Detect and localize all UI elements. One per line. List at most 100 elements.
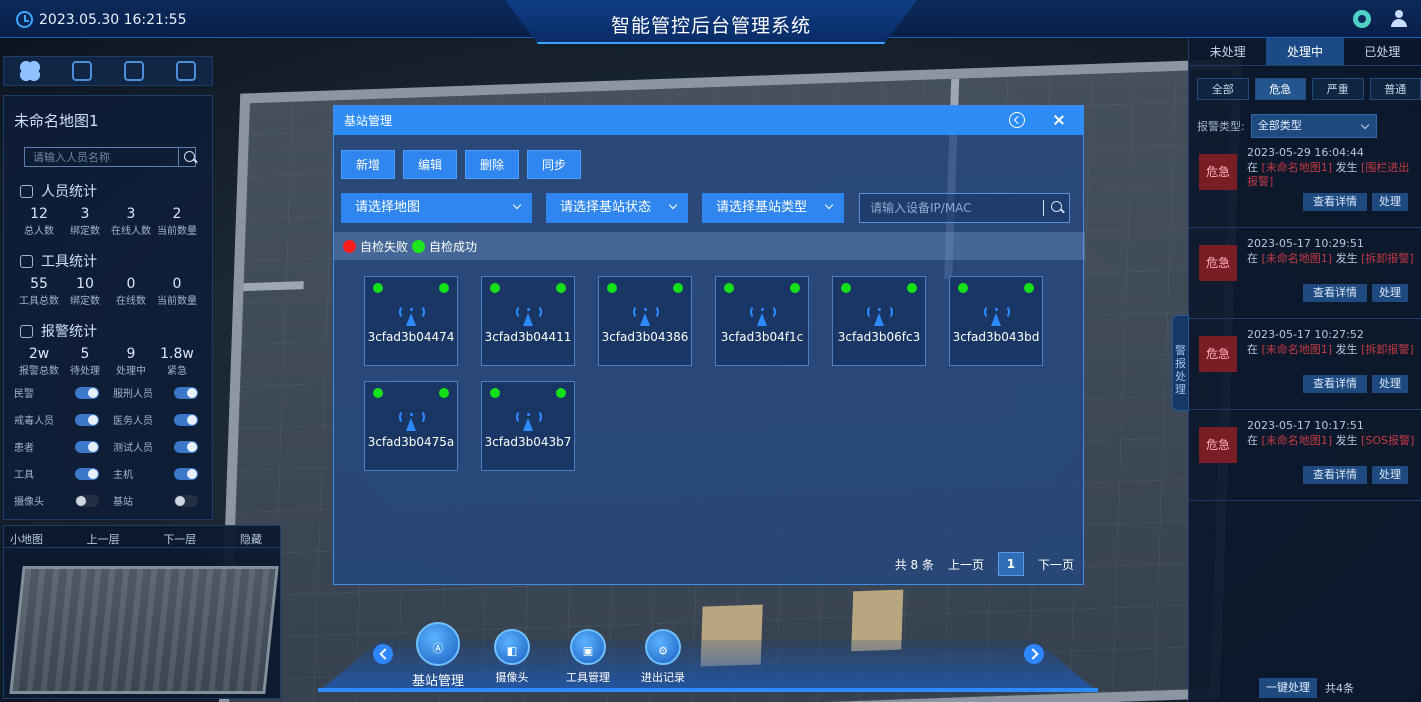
toggle-switch[interactable] xyxy=(75,386,99,399)
back-icon[interactable] xyxy=(1009,112,1025,128)
person-icon[interactable] xyxy=(72,61,92,81)
tab-processed[interactable]: 已处理 xyxy=(1344,38,1421,65)
stat-value: 2 xyxy=(172,206,182,222)
toggle-switch[interactable] xyxy=(75,413,99,426)
station-type-select[interactable]: 请选择基站类型 xyxy=(702,193,844,223)
alarm-item: 危急 2023-05-29 16:04:44 在 [未命名地图1] 发生 [围栏… xyxy=(1189,144,1421,228)
toggle-switch[interactable] xyxy=(174,467,198,480)
box-icon[interactable] xyxy=(124,61,144,81)
toggle-switch[interactable] xyxy=(174,440,198,453)
dock-item-camera[interactable]: ◧ 摄像头 xyxy=(477,629,547,685)
level-normal[interactable]: 普通 xyxy=(1369,78,1421,100)
wrench-icon[interactable] xyxy=(176,61,196,81)
select-value: 请选择基站状态 xyxy=(560,200,652,215)
handle-button[interactable]: 处理 xyxy=(1372,284,1408,302)
station-card[interactable]: 3cfad3b0475a xyxy=(364,381,458,471)
edit-button[interactable]: 编辑 xyxy=(403,150,458,179)
sync-button[interactable]: 同步 xyxy=(527,150,582,179)
msg-type: [拆卸报警] xyxy=(1361,343,1414,356)
close-icon[interactable] xyxy=(1051,112,1067,128)
stat-value: 9 xyxy=(126,346,136,362)
alarm-handle-side-tab[interactable]: 警报处理 xyxy=(1172,315,1189,411)
handle-button[interactable]: 处理 xyxy=(1372,193,1408,211)
station-card[interactable]: 3cfad3b06fc3 xyxy=(832,276,926,366)
toolbox-icon xyxy=(20,254,33,268)
legend-fail-label: 自检失败 xyxy=(360,239,409,254)
bell-icon xyxy=(20,324,33,338)
stat-title-label: 工具统计 xyxy=(41,254,97,270)
dock-item-station[interactable]: Ⓐ 基站管理 xyxy=(403,622,473,689)
station-management-modal: 基站管理 新增 编辑 删除 同步 请选择地图 请选择基站状态 请选择基站类型 自… xyxy=(333,105,1085,585)
tab-processing[interactable]: 处理中 xyxy=(1266,38,1344,65)
toggle-switch[interactable] xyxy=(75,494,99,507)
minimap-hide-button[interactable]: 隐藏 xyxy=(240,531,262,547)
level-all[interactable]: 全部 xyxy=(1197,78,1249,100)
stat-cell: 1.8w 紧急 xyxy=(154,347,200,377)
level-critical[interactable]: 危急 xyxy=(1254,78,1306,100)
antenna-icon xyxy=(399,305,425,327)
left-stats-panel: 未命名地图1 人员统计 12总人数 3绑定数 3在线人数 2当前数量 工具统计 … xyxy=(3,95,213,520)
view-detail-button[interactable]: 查看详情 xyxy=(1303,284,1367,302)
fail-dot-icon xyxy=(343,239,356,253)
gear-icon[interactable] xyxy=(1353,10,1371,28)
toggle-label: 医务人员 xyxy=(113,416,153,427)
dock-prev-arrow-icon[interactable] xyxy=(373,644,393,664)
stat-value: 10 xyxy=(76,276,94,292)
one-click-handle-button[interactable]: 一键处理 xyxy=(1259,678,1317,698)
person-search-input[interactable] xyxy=(25,148,178,166)
modal-title: 基站管理 xyxy=(344,114,393,128)
toggle-switch[interactable] xyxy=(174,413,198,426)
station-card[interactable]: 3cfad3b04386 xyxy=(598,276,692,366)
page-number-button[interactable]: 1 xyxy=(997,552,1024,576)
station-status-select[interactable]: 请选择基站状态 xyxy=(546,193,688,223)
search-icon[interactable] xyxy=(1043,200,1069,216)
stat-label: 在线人数 xyxy=(111,226,151,237)
floor-down-button[interactable]: 下一层 xyxy=(163,531,196,547)
user-icon[interactable] xyxy=(1391,10,1407,28)
toggle-switch[interactable] xyxy=(174,386,198,399)
camera-glyph: ◧ xyxy=(506,644,518,658)
station-card[interactable]: 3cfad3b04474 xyxy=(364,276,458,366)
status-dot-icon xyxy=(790,283,800,293)
person-icon xyxy=(20,184,33,198)
view-detail-button[interactable]: 查看详情 xyxy=(1303,193,1367,211)
stat-label: 绑定数 xyxy=(70,226,100,237)
handle-button[interactable]: 处理 xyxy=(1372,466,1408,484)
legend-success-label: 自检成功 xyxy=(429,239,478,254)
filter-label: 报警类型: xyxy=(1197,120,1245,133)
add-button[interactable]: 新增 xyxy=(341,150,396,179)
toggle-switch[interactable] xyxy=(75,467,99,480)
success-dot-icon xyxy=(412,239,426,253)
top-header: 2023.05.30 16:21:55 智能管控后台管理系统 xyxy=(0,0,1421,44)
clover-icon[interactable] xyxy=(20,61,40,81)
toggle-label: 测试人员 xyxy=(113,443,153,454)
dock-next-arrow-icon[interactable] xyxy=(1024,644,1044,664)
minimap-image[interactable] xyxy=(9,566,279,694)
map-select[interactable]: 请选择地图 xyxy=(341,193,532,223)
view-detail-button[interactable]: 查看详情 xyxy=(1303,375,1367,393)
toggle-switch[interactable] xyxy=(174,494,198,507)
floor-up-button[interactable]: 上一层 xyxy=(87,531,120,547)
level-severe[interactable]: 严重 xyxy=(1312,78,1364,100)
stat-cell: 9 处理中 xyxy=(108,347,154,377)
toggle-label: 工具 xyxy=(14,470,34,481)
alarm-type-select[interactable]: 全部类型 xyxy=(1250,114,1377,138)
layer-toggle: 民警 xyxy=(14,385,99,400)
station-card[interactable]: 3cfad3b043bd xyxy=(949,276,1043,366)
dock-item-tools[interactable]: ▣ 工具管理 xyxy=(553,629,623,685)
delete-button[interactable]: 删除 xyxy=(465,150,520,179)
prev-page-button[interactable]: 上一页 xyxy=(948,556,984,573)
tab-unprocessed[interactable]: 未处理 xyxy=(1189,38,1266,65)
station-card[interactable]: 3cfad3b04411 xyxy=(481,276,575,366)
station-card[interactable]: 3cfad3b043b7 xyxy=(481,381,575,471)
handle-button[interactable]: 处理 xyxy=(1372,375,1408,393)
search-icon[interactable] xyxy=(178,148,195,166)
toggle-switch[interactable] xyxy=(75,440,99,453)
status-dot-icon xyxy=(439,283,449,293)
next-page-button[interactable]: 下一页 xyxy=(1038,556,1074,573)
device-search-input[interactable] xyxy=(860,194,1043,222)
stat-label: 工具总数 xyxy=(19,296,59,307)
dock-item-access-log[interactable]: ⚙ 进出记录 xyxy=(628,629,698,685)
station-card[interactable]: 3cfad3b04f1c xyxy=(715,276,809,366)
view-detail-button[interactable]: 查看详情 xyxy=(1303,466,1367,484)
